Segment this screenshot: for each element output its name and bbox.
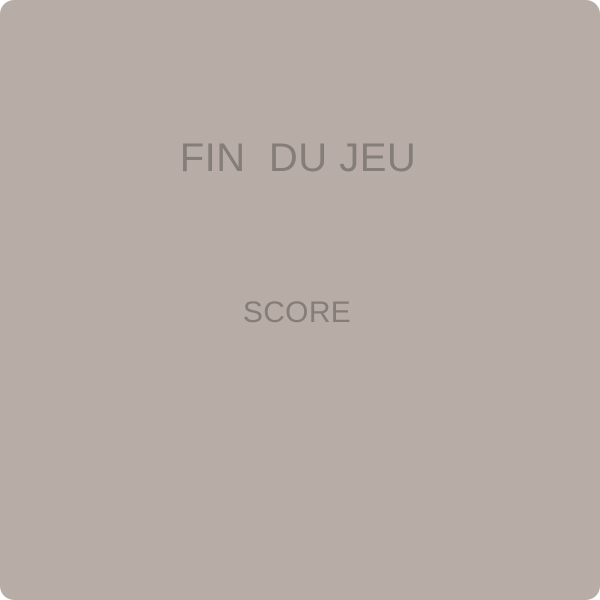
game-over-title: FIN DU JEU xyxy=(179,136,417,180)
score-label: SCORE xyxy=(242,296,352,329)
game-over-panel: FIN DU JEU SCORE xyxy=(0,0,600,600)
